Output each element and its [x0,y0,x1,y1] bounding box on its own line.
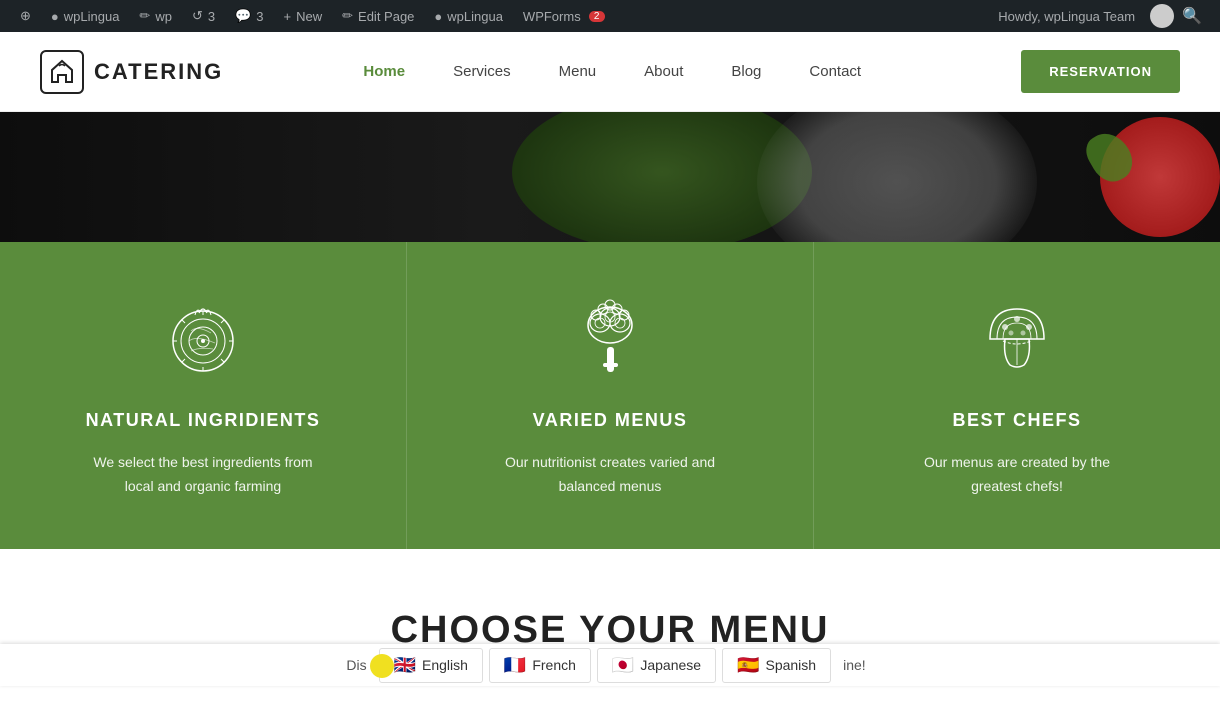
customize-label: wp [155,9,172,24]
edit-page-label: Edit Page [358,9,414,24]
wpforms-badge: 2 [589,11,605,22]
new-label: New [296,9,322,24]
natural-title: NATURAL INGRIDIENTS [86,410,321,431]
wplingua-icon: ● [434,9,442,24]
nav-home[interactable]: Home [339,32,429,112]
english-label: English [422,657,468,673]
lang-prefix-text: Dis [346,657,366,673]
nav-menu[interactable]: Menu [535,32,621,112]
cursor-indicator [370,654,394,678]
comments-icon: 💬 [235,8,251,24]
customize-icon: ✏ [139,8,150,24]
feature-chefs: BEST CHEFS Our menus are created by the … [814,242,1220,549]
reservation-button[interactable]: RESERVATION [1021,50,1180,93]
wordpress-icon: ⊕ [20,8,31,24]
wpforms-item[interactable]: WPForms 2 [513,0,615,32]
lang-spanish-button[interactable]: 🇪🇸 Spanish [722,648,831,683]
french-flag: 🇫🇷 [504,655,526,676]
site-header: CATERING Home Services Menu About Blog C… [0,32,1220,112]
nav-services[interactable]: Services [429,32,535,112]
chefs-desc: Our menus are created by the greatest ch… [897,451,1137,499]
nav-blog[interactable]: Blog [707,32,785,112]
search-icon[interactable]: 🔍 [1174,6,1210,26]
updates-item[interactable]: ↺ 3 [182,0,225,32]
menus-icon-wrap [565,292,655,382]
menus-title: VARIED MENUS [533,410,688,431]
nav-about[interactable]: About [620,32,707,112]
comments-count: 3 [256,9,263,24]
language-switcher: Dis 🇬🇧 English 🇫🇷 French 🇯🇵 Japanese 🇪🇸 … [0,644,1220,686]
new-content-item[interactable]: + New [274,0,333,32]
natural-icon-wrap [158,292,248,382]
menus-desc: Our nutritionist creates varied and bala… [490,451,730,499]
logo[interactable]: CATERING [40,50,223,94]
edit-icon: ✏ [342,8,353,24]
logo-text: CATERING [94,59,223,85]
site-icon: ● [51,9,59,24]
hero-image [0,112,1220,242]
howdy-text: Howdy, wpLingua Team [988,9,1145,24]
french-label: French [532,657,576,673]
nav-contact[interactable]: Contact [785,32,885,112]
wplingua-item[interactable]: ● wpLingua [424,0,513,32]
comments-item[interactable]: 💬 3 [225,0,273,32]
english-flag: 🇬🇧 [394,655,416,676]
chefs-title: BEST CHEFS [952,410,1081,431]
customize-item[interactable]: ✏ wp [129,0,182,32]
admin-bar: ⊕ ● wpLingua ✏ wp ↺ 3 💬 3 + New ✏ Edit P… [0,0,1220,32]
japanese-label: Japanese [640,657,701,673]
main-nav: Home Services Menu About Blog Contact [339,32,885,112]
site-name-label: wpLingua [64,9,120,24]
feature-natural: NATURAL INGRIDIENTS We select the best i… [0,242,407,549]
chefs-icon-wrap [972,292,1062,382]
avatar [1150,4,1174,28]
updates-count: 3 [208,9,215,24]
japanese-flag: 🇯🇵 [612,655,634,676]
edit-page-item[interactable]: ✏ Edit Page [332,0,424,32]
lang-suffix-text: ine! [843,657,866,673]
lang-french-button[interactable]: 🇫🇷 French [489,648,591,683]
spanish-label: Spanish [765,657,816,673]
site-name-item[interactable]: ● wpLingua [41,0,130,32]
spanish-flag: 🇪🇸 [737,655,759,676]
features-section: NATURAL INGRIDIENTS We select the best i… [0,242,1220,549]
wplingua-label: wpLingua [447,9,503,24]
lang-english-button[interactable]: 🇬🇧 English [379,648,483,683]
wpforms-label: WPForms [523,9,581,24]
logo-icon [40,50,84,94]
plus-icon: + [284,9,292,24]
feature-menus: VARIED MENUS Our nutritionist creates va… [407,242,814,549]
wordpress-logo[interactable]: ⊕ [10,0,41,32]
lang-japanese-button[interactable]: 🇯🇵 Japanese [597,648,716,683]
natural-desc: We select the best ingredients from loca… [83,451,323,499]
updates-icon: ↺ [192,8,203,24]
